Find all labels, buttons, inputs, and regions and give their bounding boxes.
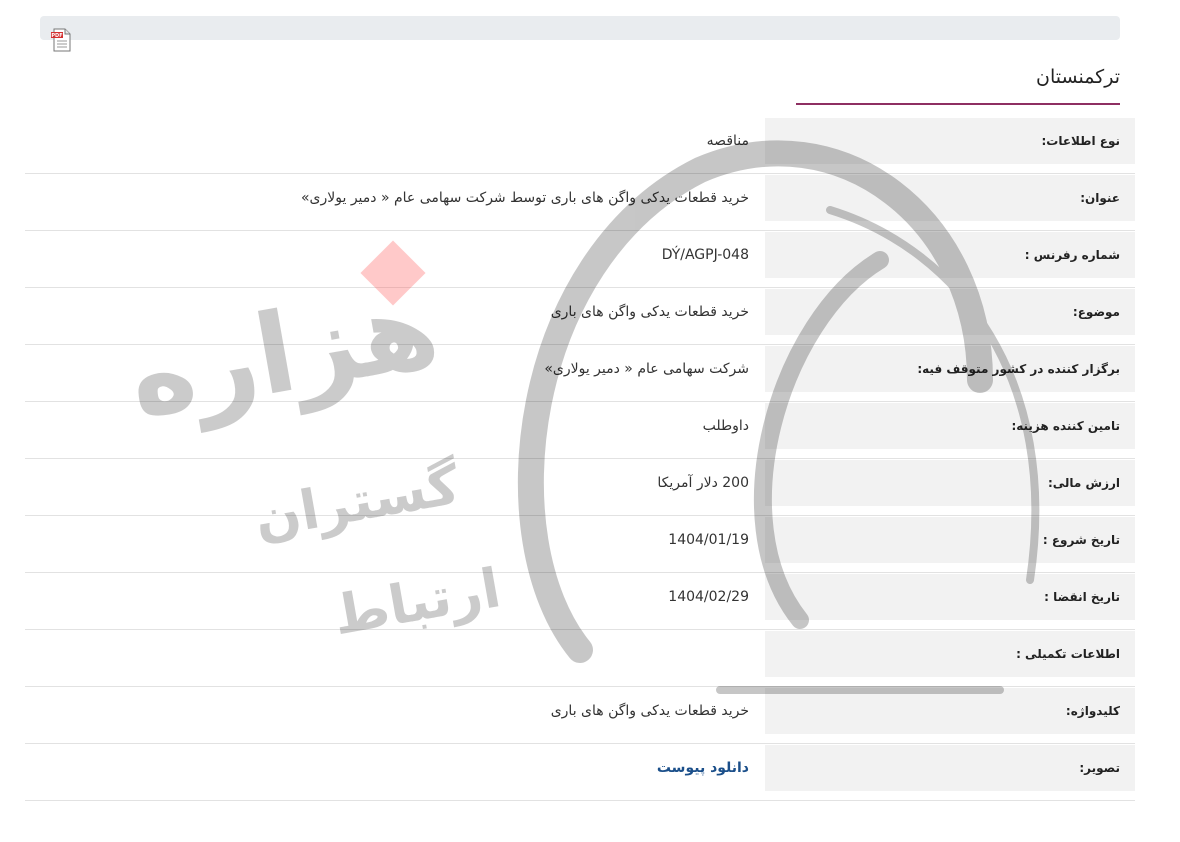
label-cell: اطلاعات تکمیلی : (765, 631, 1135, 677)
label-cell: ارزش مالی: (765, 460, 1135, 506)
row-keywords: کلیدواژه: خرید قطعات یدکی واگن های باری (25, 687, 1135, 744)
financial-value-label: ارزش مالی: (1047, 476, 1120, 490)
label-cell: تاریخ انقضا : (765, 574, 1135, 620)
row-reference-number: شماره رفرنس : DÝ/AGPJ-048 (25, 231, 1135, 288)
label-cell: شماره رفرنس : (765, 232, 1135, 278)
row-start-date: تاریخ شروع : 1404/01/19 (25, 516, 1135, 573)
keywords-value: خرید قطعات یدکی واگن های باری (550, 703, 749, 719)
label-cell: برگزار کننده در کشور متوقف فیه: (765, 346, 1135, 392)
row-title: عنوان: خرید قطعات یدکی واگن های باری توس… (25, 174, 1135, 231)
row-organizer: برگزار کننده در کشور متوقف فیه: شرکت سها… (25, 345, 1135, 402)
funder-label: تامین کننده هزینه: (1011, 419, 1120, 433)
subject-label: موضوع: (1072, 305, 1120, 319)
row-financial-value: ارزش مالی: 200 دلار آمریکا (25, 459, 1135, 516)
details-table: نوع اطلاعات: مناقصه عنوان: خرید قطعات ید… (25, 117, 1135, 801)
label-cell: کلیدواژه: (765, 688, 1135, 734)
row-funder: تامین کننده هزینه: داوطلب (25, 402, 1135, 459)
row-image: تصویر: دانلود پیوست (25, 744, 1135, 801)
download-attachment-link[interactable]: دانلود پیوست (657, 744, 749, 792)
expiry-date-label: تاریخ انقضا : (1044, 590, 1120, 604)
reference-number-value: DÝ/AGPJ-048 (661, 247, 749, 263)
label-cell: نوع اطلاعات: (765, 118, 1135, 164)
expiry-date-value: 1404/02/29 (668, 589, 749, 605)
row-expiry-date: تاریخ انقضا : 1404/02/29 (25, 573, 1135, 630)
title-label: عنوان: (1080, 191, 1120, 205)
label-cell: تامین کننده هزینه: (765, 403, 1135, 449)
organizer-label: برگزار کننده در کشور متوقف فیه: (917, 362, 1120, 376)
additional-info-label: اطلاعات تکمیلی : (1016, 647, 1120, 661)
info-type-label: نوع اطلاعات: (1041, 134, 1121, 148)
top-toolbar (40, 16, 1120, 40)
title-underline (796, 103, 1120, 105)
image-label: تصویر: (1079, 761, 1120, 775)
organizer-value: شرکت سهامی عام « دمیر یولاری» (544, 361, 749, 377)
label-cell: موضوع: (765, 289, 1135, 335)
title-value: خرید قطعات یدکی واگن های باری توسط شرکت … (300, 190, 749, 206)
subject-value: خرید قطعات یدکی واگن های باری (550, 304, 749, 320)
financial-value-value: 200 دلار آمریکا (657, 475, 749, 491)
page-title: ترکمنستان (1036, 66, 1120, 88)
keywords-label: کلیدواژه: (1065, 704, 1120, 718)
row-subject: موضوع: خرید قطعات یدکی واگن های باری (25, 288, 1135, 345)
label-cell: عنوان: (765, 175, 1135, 221)
pdf-icon[interactable]: PDF (50, 28, 74, 52)
start-date-value: 1404/01/19 (668, 532, 749, 548)
reference-number-label: شماره رفرنس : (1024, 248, 1120, 262)
row-info-type: نوع اطلاعات: مناقصه (25, 117, 1135, 174)
label-cell: تصویر: (765, 745, 1135, 791)
row-additional-info: اطلاعات تکمیلی : (25, 630, 1135, 687)
funder-value: داوطلب (702, 418, 749, 434)
svg-text:PDF: PDF (51, 33, 62, 39)
start-date-label: تاریخ شروع : (1042, 533, 1120, 547)
label-cell: تاریخ شروع : (765, 517, 1135, 563)
info-type-value: مناقصه (706, 133, 749, 149)
